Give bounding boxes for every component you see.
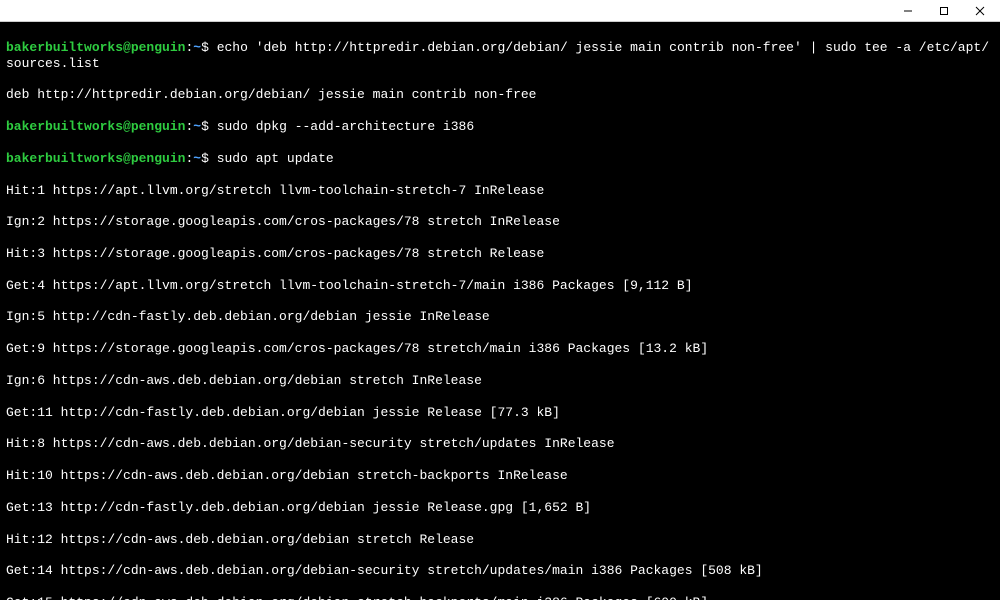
output-line: Ign:5 http://cdn-fastly.deb.debian.org/d… xyxy=(6,309,994,325)
output-line: Get:15 https://cdn-aws.deb.debian.org/de… xyxy=(6,595,994,600)
output-line: Get:13 http://cdn-fastly.deb.debian.org/… xyxy=(6,500,994,516)
output-line: Hit:8 https://cdn-aws.deb.debian.org/deb… xyxy=(6,436,994,452)
output-line: Hit:3 https://storage.googleapis.com/cro… xyxy=(6,246,994,262)
output-line: Get:4 https://apt.llvm.org/stretch llvm-… xyxy=(6,278,994,294)
close-icon xyxy=(975,6,985,16)
command-text: sudo apt update xyxy=(217,151,334,166)
maximize-button[interactable] xyxy=(926,1,962,21)
prompt-path: ~ xyxy=(193,119,201,134)
output-line: Hit:10 https://cdn-aws.deb.debian.org/de… xyxy=(6,468,994,484)
prompt-user: bakerbuiltworks@penguin xyxy=(6,151,185,166)
command-text: sudo dpkg --add-architecture i386 xyxy=(217,119,474,134)
output-line: Get:9 https://storage.googleapis.com/cro… xyxy=(6,341,994,357)
output-line: Hit:1 https://apt.llvm.org/stretch llvm-… xyxy=(6,183,994,199)
prompt-path: ~ xyxy=(193,40,201,55)
prompt-user: bakerbuiltworks@penguin xyxy=(6,40,185,55)
terminal-window: bakerbuiltworks@penguin:~$ echo 'deb htt… xyxy=(0,0,1000,600)
minimize-button[interactable] xyxy=(890,1,926,21)
titlebar xyxy=(0,0,1000,22)
output-line: deb http://httpredir.debian.org/debian/ … xyxy=(6,87,994,103)
output-line: Get:11 http://cdn-fastly.deb.debian.org/… xyxy=(6,405,994,421)
prompt-line: bakerbuiltworks@penguin:~$ echo 'deb htt… xyxy=(6,40,994,72)
prompt-line: bakerbuiltworks@penguin:~$ sudo dpkg --a… xyxy=(6,119,994,135)
close-button[interactable] xyxy=(962,1,998,21)
output-line: Get:14 https://cdn-aws.deb.debian.org/de… xyxy=(6,563,994,579)
prompt-user: bakerbuiltworks@penguin xyxy=(6,119,185,134)
output-line: Hit:12 https://cdn-aws.deb.debian.org/de… xyxy=(6,532,994,548)
output-line: Ign:6 https://cdn-aws.deb.debian.org/deb… xyxy=(6,373,994,389)
output-line: Ign:2 https://storage.googleapis.com/cro… xyxy=(6,214,994,230)
prompt-line: bakerbuiltworks@penguin:~$ sudo apt upda… xyxy=(6,151,994,167)
minimize-icon xyxy=(903,6,913,16)
terminal-output[interactable]: bakerbuiltworks@penguin:~$ echo 'deb htt… xyxy=(0,22,1000,600)
maximize-icon xyxy=(939,6,949,16)
prompt-path: ~ xyxy=(193,151,201,166)
